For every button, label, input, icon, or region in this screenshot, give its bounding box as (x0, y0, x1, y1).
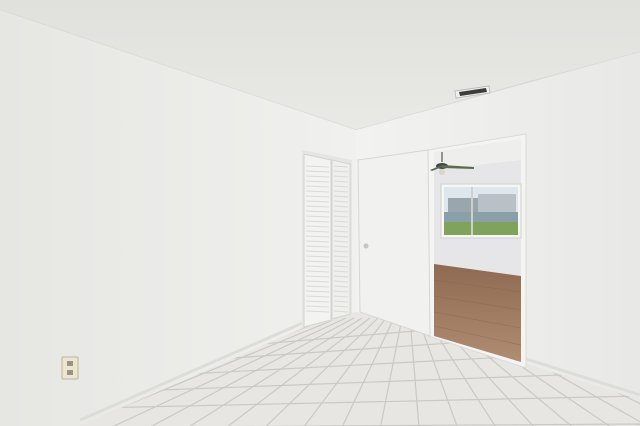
closet-door-right[interactable] (331, 159, 351, 320)
window[interactable] (440, 183, 522, 239)
door-knob-icon[interactable] (363, 243, 369, 249)
closet (302, 150, 352, 328)
room-scene (0, 0, 640, 426)
room-svg (0, 0, 640, 426)
interior-door[interactable] (357, 149, 431, 337)
electrical-outlet-icon (61, 356, 79, 380)
